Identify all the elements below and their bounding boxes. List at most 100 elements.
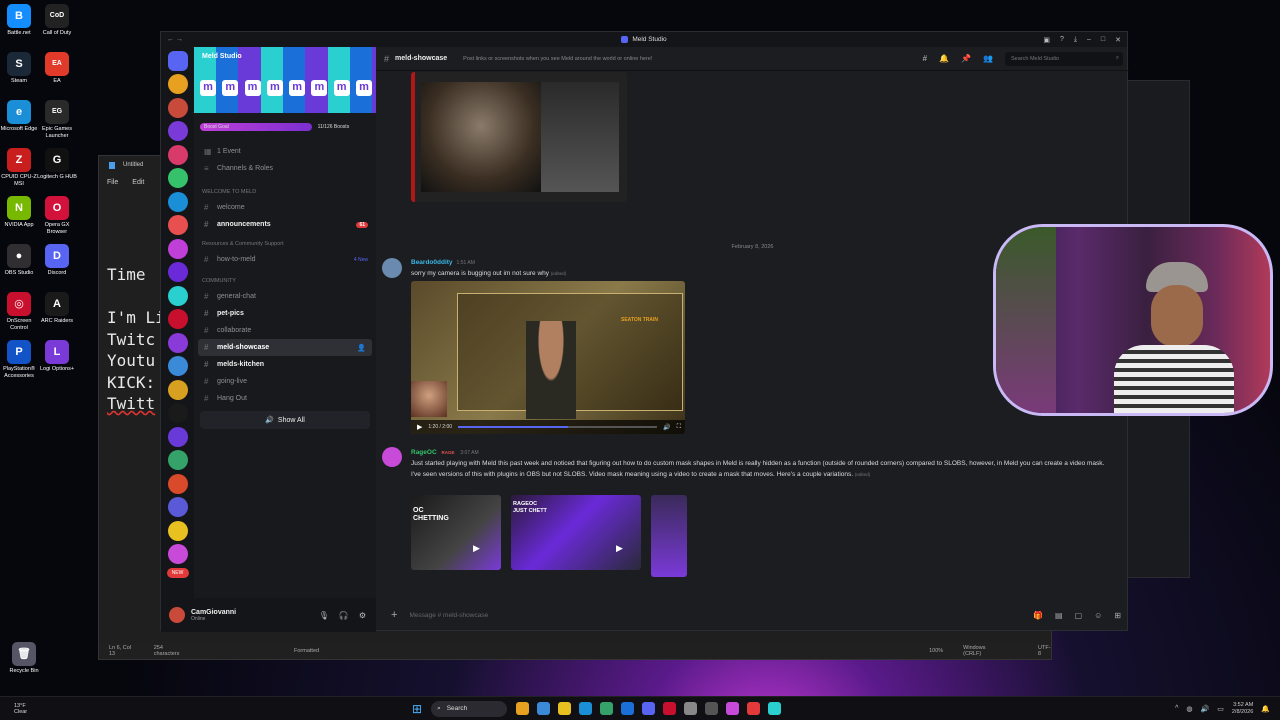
taskbar-app-icon[interactable]	[579, 702, 593, 715]
desktop-icon-arc-raiders[interactable]: A ARC Raiders	[35, 292, 79, 325]
menu-file[interactable]: File	[107, 179, 118, 186]
channel-going-live[interactable]: # going-live	[194, 373, 376, 390]
gear-icon[interactable]: ⚙	[359, 611, 366, 620]
channel-general-chat[interactable]: # general-chat	[194, 288, 376, 305]
video-thumbnail[interactable]: RAGEOC JUST CHETT ▶	[511, 495, 641, 570]
user-name[interactable]: CamGiovanni	[191, 609, 236, 616]
server-name[interactable]: Meld Studio	[202, 53, 242, 60]
message-author[interactable]: RageOC RAGE 3:07 AM	[411, 449, 479, 456]
download-icon[interactable]: ⤓	[1074, 36, 1077, 44]
weather-widget[interactable]: 13°F Clear	[14, 703, 27, 715]
pin-icon[interactable]: 📌	[961, 54, 971, 63]
headphones-icon[interactable]: 🎧	[339, 611, 349, 620]
battery-icon[interactable]: ▭	[1217, 705, 1224, 713]
sticker-icon[interactable]: ▢	[1075, 611, 1083, 620]
server-icon[interactable]	[167, 544, 188, 564]
network-icon[interactable]: ◍	[1186, 705, 1192, 713]
message-author[interactable]: Beardo0ddity 1:51 AM	[411, 259, 475, 266]
server-icon[interactable]	[167, 191, 188, 212]
server-icon[interactable]	[167, 426, 188, 447]
taskbar-app-icon[interactable]	[621, 702, 635, 715]
server-icon[interactable]	[167, 356, 188, 376]
message-composer[interactable]: + Message # meld-showcase 🎁 ▤ ▢ ☺ ⊞	[381, 602, 1121, 628]
desktop-icon-ea[interactable]: EA EA	[35, 52, 79, 85]
avatar[interactable]	[382, 258, 402, 278]
volume-icon[interactable]: 🔊	[1201, 705, 1210, 713]
server-icon[interactable]	[167, 121, 188, 141]
server-icon[interactable]	[167, 497, 188, 517]
microphone-icon[interactable]: 🎙	[319, 611, 329, 620]
channel-pet-pics[interactable]: # pet-pics	[194, 305, 376, 322]
desktop-icon-epic-games-launcher[interactable]: EG Epic Games Launcher	[35, 100, 79, 139]
desktop-icon-opera-gx-browser[interactable]: O Opera GX Browser	[35, 196, 79, 235]
notepad-tab-title[interactable]: Untitled	[123, 162, 143, 168]
menu-edit[interactable]: Edit	[132, 179, 144, 186]
server-icon[interactable]	[167, 473, 188, 494]
desktop-icon-logi-options-[interactable]: L Logi Options+	[35, 340, 79, 373]
channel-welcome[interactable]: # welcome	[194, 199, 376, 216]
fullscreen-icon[interactable]: ⛶	[677, 424, 681, 431]
category-welcome[interactable]: WELCOME TO MELD	[194, 185, 376, 199]
search-input[interactable]: Search Meld Studio ⌕	[1005, 51, 1123, 66]
members-icon[interactable]: 👥	[983, 54, 993, 63]
discord-window[interactable]: ← → Meld Studio ▣ ? ⤓ – □ ✕ NEW Meld Stu…	[160, 31, 1129, 632]
category-community[interactable]: COMMUNITY	[194, 274, 376, 288]
notepad-text[interactable]: Time I'm Li Twitc Youtu KICK: Twitt	[107, 264, 165, 415]
taskbar-app-icon[interactable]	[558, 702, 572, 715]
recycle-bin-icon[interactable]: 🗑 Recycle Bin	[2, 642, 46, 675]
server-icon[interactable]	[167, 262, 188, 282]
taskbar-search[interactable]: ⌕ Search	[431, 700, 508, 717]
add-member-icon[interactable]: 👤	[357, 344, 366, 352]
taskbar-app-icon[interactable]	[663, 702, 677, 715]
server-icon[interactable]	[167, 74, 188, 94]
maximize-button[interactable]: □	[1101, 36, 1105, 44]
server-icon[interactable]	[167, 520, 188, 541]
taskbar-app-icon[interactable]	[726, 702, 740, 715]
taskbar-app-icon[interactable]	[642, 702, 656, 715]
new-badge[interactable]: NEW	[166, 568, 189, 578]
windows-start-icon[interactable]: ⊞	[412, 702, 422, 716]
inbox-icon[interactable]: ▣	[1043, 36, 1050, 44]
server-banner[interactable]: Meld Studio mmmmmmmm	[194, 47, 376, 113]
channel-hang-out[interactable]: # Hang Out	[194, 390, 376, 407]
chevron-up-icon[interactable]: ^	[1175, 705, 1178, 712]
category-resources[interactable]: Resources & Community Support	[194, 237, 376, 251]
taskbar-app-icon[interactable]	[705, 702, 719, 715]
notification-icon[interactable]: 🔔	[1261, 705, 1270, 713]
channels-roles-item[interactable]: ≡ Channels & Roles	[194, 160, 376, 177]
video-player[interactable]: SEATON TRAIN ▶ 1:20 / 2:00 🔊 ⛶	[411, 281, 685, 434]
server-icon[interactable]	[167, 332, 188, 353]
server-icon[interactable]	[167, 215, 188, 235]
emoji-icon[interactable]: ☺	[1094, 611, 1102, 620]
server-icon[interactable]	[167, 285, 188, 306]
show-all-button[interactable]: 🔊 Show All	[200, 411, 370, 429]
desktop-icon-call-of-duty[interactable]: CoD Call of Duty	[35, 4, 79, 37]
message-input[interactable]: Message # meld-showcase	[409, 612, 488, 619]
taskbar-app-icon[interactable]	[747, 702, 761, 715]
server-icon[interactable]	[167, 379, 188, 400]
channel-announcements[interactable]: # announcements 61	[194, 216, 376, 233]
avatar[interactable]	[382, 447, 402, 467]
server-icon[interactable]	[167, 238, 188, 259]
server-icon[interactable]	[167, 97, 188, 118]
bell-icon[interactable]: 🔔	[939, 54, 949, 63]
taskbar-app-icon[interactable]	[768, 702, 782, 715]
gift-icon[interactable]: 🎁	[1033, 611, 1043, 620]
apps-icon[interactable]: ⊞	[1114, 611, 1121, 620]
taskbar-app-icon[interactable]	[684, 702, 698, 715]
boost-goal[interactable]: Boost Goal 11/126 Boosts	[200, 119, 370, 135]
events-item[interactable]: ▦ 1 Event	[194, 143, 376, 160]
minimize-button[interactable]: –	[1087, 36, 1091, 44]
gif-icon[interactable]: ▤	[1055, 611, 1063, 620]
play-icon[interactable]: ▶	[417, 423, 422, 431]
channel-meld-showcase[interactable]: # meld-showcase 👤	[198, 339, 372, 356]
clock[interactable]: 3:52 AM 2/8/2026	[1232, 702, 1253, 716]
avatar[interactable]	[169, 607, 185, 623]
server-icon[interactable]	[167, 168, 188, 188]
desktop-icon-logitech-g-hub[interactable]: G Logitech G HUB	[35, 148, 79, 181]
server-icon[interactable]	[167, 144, 188, 165]
taskbar-app-icon[interactable]	[600, 702, 614, 715]
server-icon[interactable]	[167, 403, 188, 423]
threads-icon[interactable]: #	[923, 54, 927, 63]
close-button[interactable]: ✕	[1115, 36, 1121, 44]
